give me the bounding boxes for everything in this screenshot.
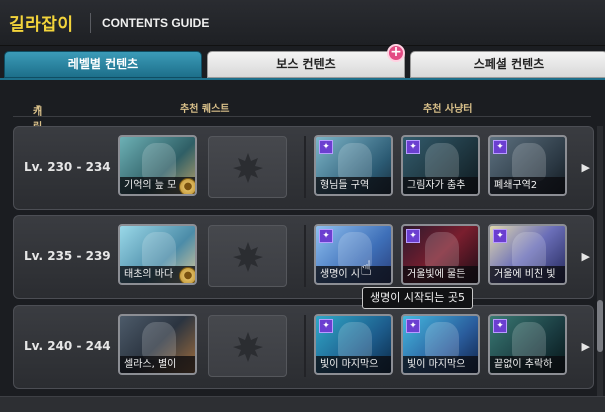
hunting-map-image <box>425 143 459 181</box>
column-headers: 캐릭터 레벨▾ 추천 퀘스트 추천 사냥터 <box>13 97 591 178</box>
level-range: Lv. 230 - 234 <box>24 160 111 174</box>
hunting-name: 빛이 마지막으 <box>403 356 478 373</box>
hunting-card[interactable]: ✦ 형님들 구역 <box>314 135 393 196</box>
level-row: Lv. 235 - 239 태초의 바다 ● ✦ 생명이 시 ✦ 거울빛에 물든… <box>13 215 594 299</box>
level-row: Lv. 230 - 234 기억의 늪 모 ● ✦ 형님들 구역 ✦ 그림자가 … <box>13 126 594 210</box>
level-range: Lv. 235 - 239 <box>24 249 111 263</box>
tab-bar: 레벨별 컨텐츠 보스 컨텐츠 스페셜 컨텐츠 + <box>4 44 605 79</box>
empty-slot <box>208 315 287 377</box>
quest-card[interactable]: 기억의 늪 모 ● <box>118 135 197 196</box>
hunting-map-image <box>425 232 459 270</box>
empty-slot <box>208 225 287 287</box>
hunting-card[interactable]: ✦ 생명이 시 <box>314 224 393 285</box>
brand-title: 길라잡이 <box>9 15 74 35</box>
empty-slot <box>208 136 287 198</box>
quest-card[interactable]: 태초의 바다 ● <box>118 224 197 285</box>
hunting-card[interactable]: ✦ 빛이 마지막으 <box>401 314 480 375</box>
hunting-card[interactable]: ✦ 빛이 마지막으 <box>314 314 393 375</box>
star-icon: ✦ <box>493 229 507 243</box>
hunting-name: 형님들 구역 <box>316 177 391 194</box>
tab-special-contents[interactable]: 스페셜 컨텐츠 <box>410 51 605 78</box>
plus-icon[interactable]: + <box>387 44 405 62</box>
tab-boss-contents[interactable]: 보스 컨텐츠 <box>207 51 405 78</box>
quest-character-image <box>142 322 176 360</box>
star-icon: ✦ <box>406 229 420 243</box>
hand-cursor-icon: ☝ <box>360 256 373 280</box>
hunting-map-image <box>338 322 372 360</box>
hunting-card[interactable]: ✦ 폐쇄구역2 <box>488 135 567 196</box>
level-range: Lv. 240 - 244 <box>24 339 111 353</box>
scrollbar-thumb[interactable] <box>597 300 603 352</box>
chevron-right-icon[interactable]: ▶ <box>582 250 590 263</box>
hunting-name: 빛이 마지막으 <box>316 356 391 373</box>
column-hunting: 추천 사냥터 <box>423 104 473 115</box>
bottom-bar <box>0 396 605 412</box>
hunting-card[interactable]: ✦ 끝없이 추락하 <box>488 314 567 375</box>
header-divider <box>90 13 91 33</box>
star-icon: ✦ <box>493 319 507 333</box>
level-row: Lv. 240 - 244 셀라스, 별이 ✦ 빛이 마지막으 ✦ 빛이 마지막… <box>13 305 594 389</box>
chevron-down-icon: ▾ <box>36 103 41 113</box>
page-title: CONTENTS GUIDE <box>102 16 210 30</box>
column-divider <box>304 315 306 377</box>
hunting-map-image <box>512 232 546 270</box>
hunting-name: 거울에 비친 빛 <box>490 266 565 283</box>
star-icon: ✦ <box>406 140 420 154</box>
hunting-map-image <box>425 322 459 360</box>
tooltip: 생명이 시작되는 곳5 <box>362 287 473 309</box>
tab-underline <box>0 78 605 80</box>
chevron-right-icon[interactable]: ▶ <box>582 161 590 174</box>
coin-icon: ● <box>179 267 195 283</box>
quest-character-image <box>142 232 176 270</box>
star-icon: ✦ <box>319 319 333 333</box>
star-icon: ✦ <box>319 229 333 243</box>
column-divider <box>304 136 306 198</box>
hunting-name: 거울빛에 물든 <box>403 266 478 283</box>
column-quest: 추천 퀘스트 <box>180 104 230 115</box>
star-icon: ✦ <box>406 319 420 333</box>
maple-leaf-icon <box>233 332 263 362</box>
scrollbar-track[interactable] <box>597 126 603 396</box>
hunting-card[interactable]: ✦ 거울빛에 물든 <box>401 224 480 285</box>
chevron-right-icon[interactable]: ▶ <box>582 340 590 353</box>
hunting-name: 그림자가 춤추 <box>403 177 478 194</box>
quest-card[interactable]: 셀라스, 별이 <box>118 314 197 375</box>
hunting-card[interactable]: ✦ 거울에 비친 빛 <box>488 224 567 285</box>
quest-character-image <box>142 143 176 181</box>
hunting-name: 생명이 시 <box>316 266 391 283</box>
hunting-name: 끝없이 추락하 <box>490 356 565 373</box>
hunting-card[interactable]: ✦ 그림자가 춤추 <box>401 135 480 196</box>
column-divider <box>304 225 306 287</box>
tab-level-contents[interactable]: 레벨별 컨텐츠 <box>4 51 202 78</box>
hunting-map-image <box>338 143 372 181</box>
star-icon: ✦ <box>319 140 333 154</box>
hunting-name: 폐쇄구역2 <box>490 177 565 194</box>
quest-name: 셀라스, 별이 <box>120 356 195 373</box>
star-icon: ✦ <box>493 140 507 154</box>
hunting-map-image <box>512 143 546 181</box>
maple-leaf-icon <box>233 242 263 272</box>
hunting-map-image <box>512 322 546 360</box>
coin-icon: ● <box>179 178 195 194</box>
maple-leaf-icon <box>233 153 263 183</box>
header: 길라잡이 CONTENTS GUIDE <box>0 0 605 46</box>
